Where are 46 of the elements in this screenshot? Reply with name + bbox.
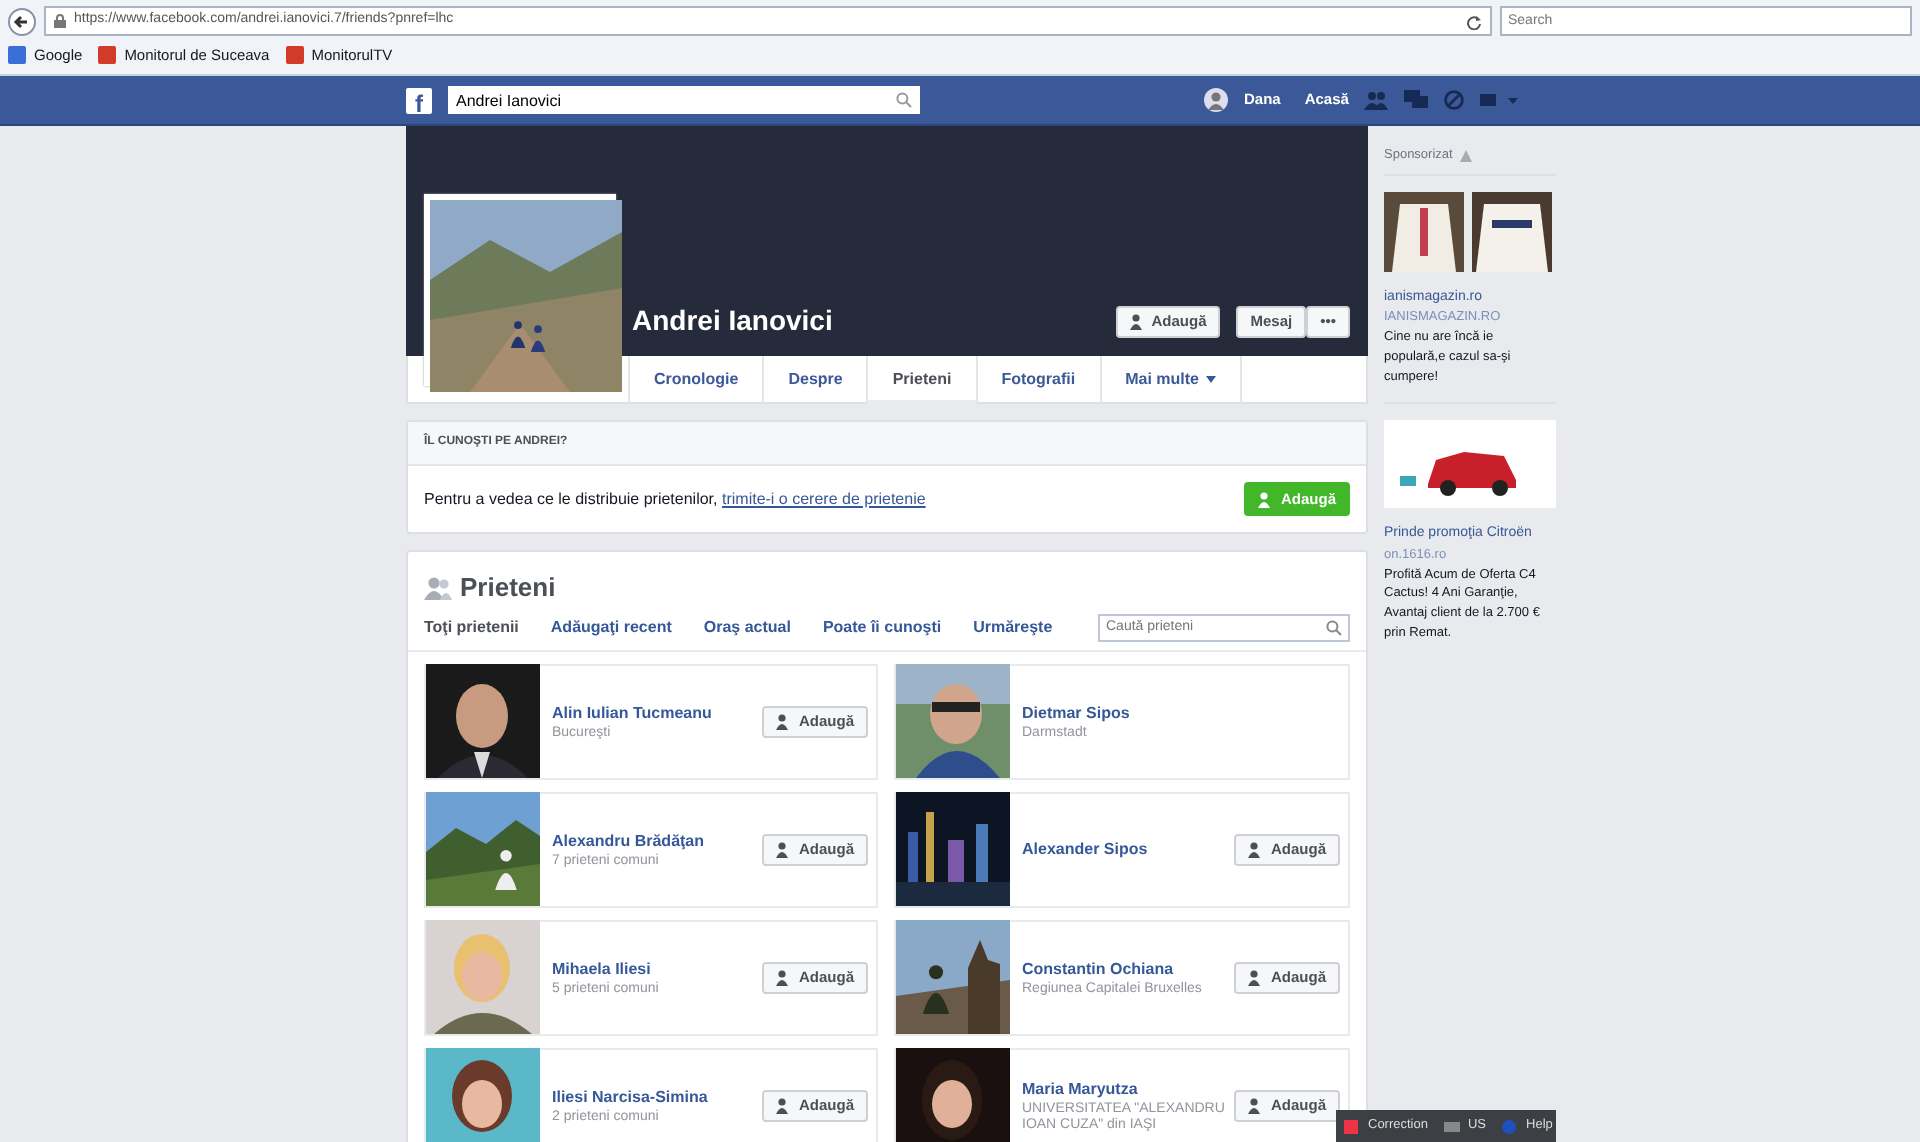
friend-name[interactable]: Dietmar Sipos (1022, 701, 1340, 726)
profile-tab[interactable]: Mai multe (1099, 356, 1243, 404)
profile-tab[interactable]: Fotografii (975, 356, 1100, 404)
add-friend-icon (1129, 314, 1144, 330)
add-friend-icon (776, 713, 791, 729)
friend-request-link[interactable]: trimite-i o cerere de prietenie (721, 489, 926, 507)
friends-icon (424, 575, 452, 600)
friend-name[interactable]: Alexander Sipos (1022, 837, 1223, 861)
friend-name[interactable]: Iliesi Narcisa-Simina (552, 1085, 751, 1110)
add-friend-icon (776, 969, 791, 985)
filter-tab[interactable]: Oraş actual (703, 616, 791, 640)
profile-name: Andrei Ianovici (632, 302, 833, 340)
friends-icon[interactable] (1364, 90, 1389, 110)
search-icon[interactable] (896, 92, 912, 108)
friend-name[interactable]: Constantin Ochiana (1022, 957, 1223, 982)
help-icon (1502, 1119, 1519, 1133)
ad-choices-icon[interactable] (1460, 149, 1473, 162)
add-friend-icon (776, 841, 791, 857)
add-friend-icon (1248, 841, 1263, 857)
friend-name[interactable]: Maria Maryutza (1022, 1078, 1223, 1102)
profile-tab[interactable]: Cronologie (628, 356, 763, 404)
messages-icon[interactable] (1404, 90, 1429, 110)
keyboard-icon (1443, 1119, 1460, 1133)
search-icon[interactable] (1326, 620, 1342, 636)
section-title: Prieteni (460, 570, 556, 606)
avatar-icon (1204, 88, 1228, 112)
request-text: Pentru a vedea ce le distribuie prietenilor, trimite-i o cerere de prietenie (424, 487, 926, 511)
add-friend-icon (1248, 969, 1263, 985)
add-friend-icon (776, 1097, 791, 1113)
caret-icon (1206, 375, 1217, 384)
add-friend-icon (1248, 1097, 1263, 1113)
lock-icon (54, 14, 66, 28)
filter-tab[interactable]: Urmăreşte (973, 616, 1053, 640)
filter-tab[interactable]: Poate îi cunoşti (822, 616, 942, 640)
profile-tab[interactable]: Prieteni (866, 356, 976, 404)
filter-tab[interactable]: Adăugaţi recent (550, 616, 672, 640)
reload-icon[interactable] (1466, 13, 1482, 29)
friend-name[interactable]: Alin Iulian Tucmeanu (552, 701, 751, 726)
friend-name[interactable]: Alexandru Brădăţan (552, 829, 751, 854)
friend-name[interactable]: Mihaela Iliesi (552, 957, 751, 982)
menu-icon[interactable] (1480, 92, 1521, 108)
logo[interactable]: f (406, 87, 432, 113)
add-friend-icon (1258, 491, 1273, 507)
profile-tab[interactable]: Despre (762, 356, 867, 404)
back-icon[interactable] (8, 7, 36, 35)
filter-tab[interactable]: Toţi prietenii (424, 616, 519, 640)
